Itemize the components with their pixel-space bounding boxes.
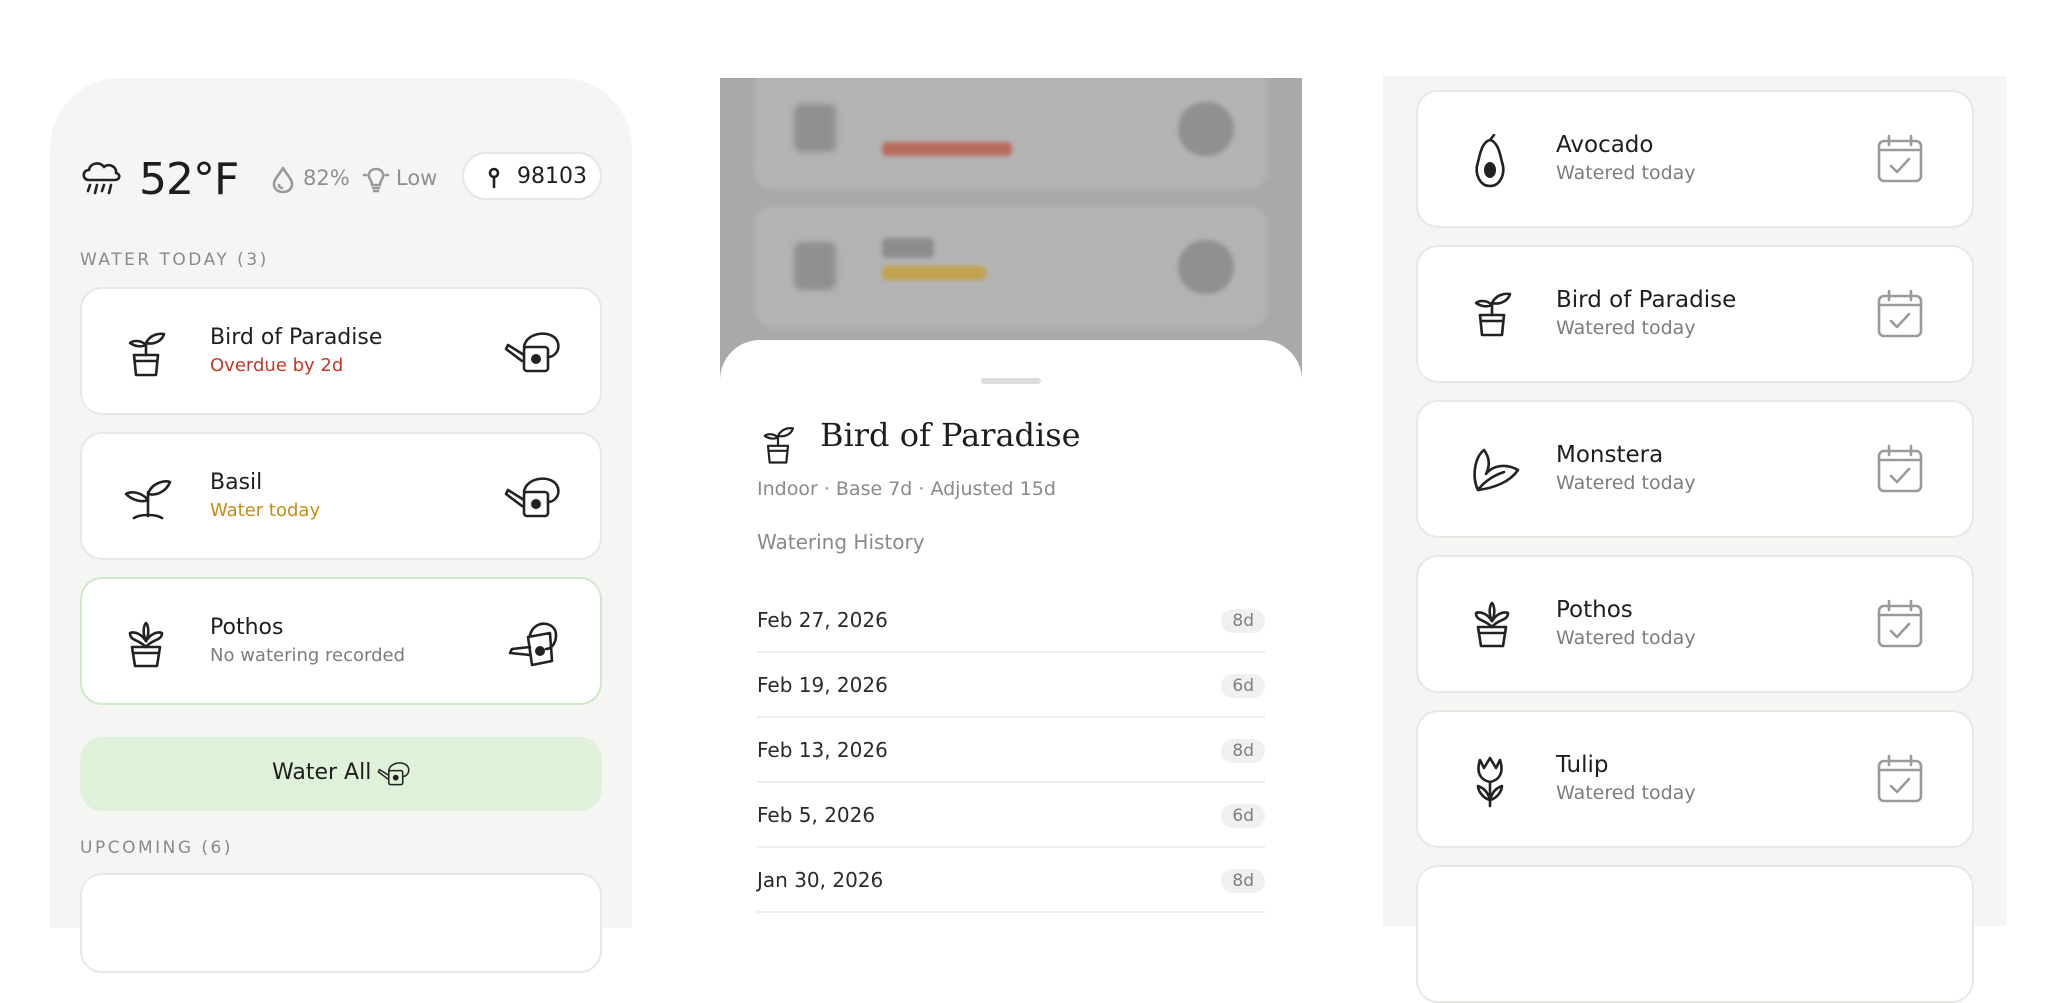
weather-bar: 52°F 82% Low 98103 (80, 152, 606, 208)
bird-of-paradise-icon (758, 424, 798, 466)
lightbulb-icon (362, 164, 390, 194)
bird-of-paradise-icon (122, 329, 170, 379)
history-date: Feb 19, 2026 (757, 673, 888, 697)
home-screen: 52°F 82% Low 98103 WATER TODAY (3) Bird … (50, 78, 632, 973)
watered-plant-card[interactable]: Tulip Watered today (1416, 710, 1974, 848)
calendar-check-icon[interactable] (1876, 599, 1924, 649)
plant-card[interactable]: Bird of Paradise Overdue by 2d (80, 287, 602, 415)
plant-status: No watering recorded (210, 645, 406, 666)
history-row: Feb 5, 2026 6d (757, 783, 1265, 848)
dimmed-plant-card (754, 78, 1268, 190)
plant-status: Watered today (1556, 472, 1696, 494)
calendar-check-icon[interactable] (1876, 289, 1924, 339)
bird-of-paradise-icon (1468, 289, 1516, 339)
water-all-label: Water All (272, 760, 372, 785)
history-row: Jan 30, 2026 8d (757, 848, 1265, 913)
plant-name: Bird of Paradise (210, 325, 383, 350)
plant-card[interactable] (80, 873, 602, 973)
watered-plant-card[interactable]: Monstera Watered today (1416, 400, 1974, 538)
humidity-value: 82% (303, 166, 350, 190)
watered-plant-card[interactable] (1416, 865, 1974, 1003)
avocado-icon (1468, 134, 1512, 190)
watering-history-heading: Watering History (757, 530, 925, 554)
zip-code-button[interactable]: 98103 (462, 152, 602, 200)
temperature: 52°F (139, 154, 239, 205)
rain-cloud-icon (80, 158, 122, 198)
watering-can-icon[interactable] (502, 325, 564, 377)
plant-detail-sheet: Bird of Paradise Indoor · Base 7d · Adju… (720, 340, 1302, 928)
history-row: Feb 27, 2026 8d (757, 588, 1265, 653)
plant-name: Basil (210, 470, 263, 495)
plant-card[interactable]: Basil Water today (80, 432, 602, 560)
interval-badge: 8d (1221, 609, 1265, 633)
history-date: Feb 5, 2026 (757, 803, 876, 827)
watering-can-icon (376, 757, 412, 789)
water-today-heading: WATER TODAY (3) (80, 250, 269, 270)
plant-detail-screen: Bird of Paradise Indoor · Base 7d · Adju… (720, 78, 1302, 928)
plant-status: Watered today (1556, 317, 1696, 339)
dimmed-plant-card (754, 206, 1268, 328)
history-date: Jan 30, 2026 (757, 868, 884, 892)
history-date: Feb 13, 2026 (757, 738, 888, 762)
history-date: Feb 27, 2026 (757, 608, 888, 632)
plant-status: Overdue by 2d (210, 355, 344, 376)
sheet-grabber[interactable] (981, 378, 1041, 384)
plant-status: Watered today (1556, 782, 1696, 804)
history-row: Feb 13, 2026 8d (757, 718, 1265, 783)
plant-card[interactable]: Pothos No watering recorded (80, 577, 602, 705)
uv-index-value: Low (396, 166, 438, 190)
monstera-leaf-icon (1468, 444, 1520, 496)
interval-badge: 8d (1221, 869, 1265, 893)
plant-name: Monstera (1556, 442, 1664, 468)
plant-schedule-meta: Indoor · Base 7d · Adjusted 15d (757, 478, 1056, 500)
plant-name: Pothos (1556, 597, 1633, 623)
interval-badge: 6d (1221, 804, 1265, 828)
water-all-button[interactable]: Water All (80, 737, 602, 811)
plant-name: Avocado (1556, 132, 1654, 158)
calendar-check-icon[interactable] (1876, 444, 1924, 494)
seedling-icon (122, 474, 174, 522)
watered-list-screen: Avocado Watered today Bird of Paradise W… (1383, 76, 2007, 1003)
location-pin-icon (486, 166, 502, 190)
watered-plant-card[interactable]: Avocado Watered today (1416, 90, 1974, 228)
watered-plant-card[interactable]: Pothos Watered today (1416, 555, 1974, 693)
interval-badge: 6d (1221, 674, 1265, 698)
plant-status: Watered today (1556, 162, 1696, 184)
history-row: Feb 19, 2026 6d (757, 653, 1265, 718)
interval-badge: 8d (1221, 739, 1265, 763)
pothos-icon (1468, 599, 1516, 649)
watering-can-icon[interactable] (502, 470, 564, 522)
tulip-icon (1468, 754, 1512, 810)
plant-name: Bird of Paradise (1556, 287, 1737, 313)
pothos-icon (122, 619, 170, 669)
watering-can-icon[interactable] (502, 615, 564, 671)
calendar-check-icon[interactable] (1876, 754, 1924, 804)
plant-status: Water today (210, 500, 321, 521)
humidity-drop-icon (270, 166, 296, 194)
plant-status: Watered today (1556, 627, 1696, 649)
calendar-check-icon[interactable] (1876, 134, 1924, 184)
plant-title: Bird of Paradise (820, 416, 1081, 454)
upcoming-heading: UPCOMING (6) (80, 838, 234, 858)
plant-name: Tulip (1556, 752, 1609, 778)
watered-plant-card[interactable]: Bird of Paradise Watered today (1416, 245, 1974, 383)
plant-name: Pothos (210, 615, 284, 640)
zip-code: 98103 (517, 164, 587, 189)
